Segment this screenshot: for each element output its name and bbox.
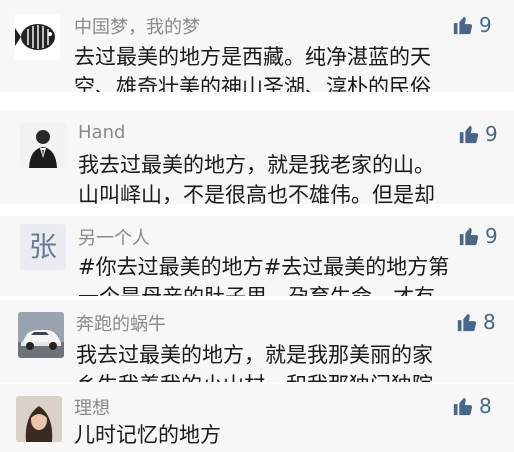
comment-text-line: 儿时记忆的地方 — [74, 423, 221, 447]
comment-card: 奔跑的蜗牛 8 我去过最美的地方，就是我那美丽的家 乡生我养我的小山村，和我那独… — [0, 300, 514, 382]
like-button[interactable]: 9 — [458, 224, 498, 248]
like-button[interactable]: 8 — [456, 310, 496, 334]
calligraphy-avatar[interactable]: 张 — [20, 224, 66, 270]
avatar-calligraphy-char: 张 — [28, 230, 57, 263]
username[interactable]: 理想 — [74, 394, 110, 420]
thumbs-up-icon — [453, 397, 473, 416]
like-count: 9 — [485, 224, 498, 248]
white-car-avatar[interactable] — [18, 312, 64, 358]
comment-text-line: 去过最美的地方是西藏。纯净湛蓝的天 — [74, 45, 431, 69]
username[interactable]: 中国梦，我的梦 — [74, 13, 200, 39]
thumbs-up-icon — [459, 125, 479, 144]
like-button[interactable]: 9 — [452, 13, 492, 37]
comment-card: 中国梦，我的梦 9 去过最美的地方是西藏。纯净湛蓝的天 空、雄奇壮美的神山圣湖、… — [0, 0, 514, 92]
like-count: 8 — [479, 394, 492, 418]
thumbs-up-icon — [459, 227, 479, 246]
username[interactable]: 另一个人 — [78, 224, 150, 250]
comment-text-line: 我去过最美的地方，就是我老家的山。 — [78, 153, 435, 177]
comment-card: 张 另一个人 9 #你去过最美的地方#去过最美的地方第 一个是母亲的肚子里，孕育… — [0, 216, 514, 296]
thumbs-up-icon — [457, 313, 477, 332]
comment-text-line: 山叫峄山，不是很高也不雄伟。但是却 — [78, 183, 435, 204]
fish-logo-avatar[interactable] — [14, 14, 60, 60]
comment-text-line: #你去过最美的地方#去过最美的地方第 — [78, 255, 450, 279]
like-count: 9 — [479, 13, 492, 37]
like-count: 9 — [485, 122, 498, 146]
like-button[interactable]: 8 — [452, 394, 492, 418]
username[interactable]: Hand — [78, 122, 125, 143]
comment-text-line: 空、雄奇壮美的神山圣湖、淳朴的民俗 — [74, 75, 431, 92]
like-count: 8 — [483, 310, 496, 334]
comment-text-line: 一个是母亲的肚子里，孕育生命。才有 — [78, 282, 435, 296]
comment-card: 理想 8 儿时记忆的地方 — [0, 384, 514, 452]
username[interactable]: 奔跑的蜗牛 — [76, 310, 166, 336]
comment-text-line: 我去过最美的地方，就是我那美丽的家 — [76, 343, 433, 367]
man-in-suit-avatar[interactable] — [20, 122, 66, 168]
thumbs-up-icon — [453, 16, 473, 35]
comment-card: Hand 9 我去过最美的地方，就是我老家的山。 山叫峄山，不是很高也不雄伟。但… — [0, 110, 514, 204]
person-photo-avatar[interactable] — [16, 396, 62, 442]
like-button[interactable]: 9 — [458, 122, 498, 146]
comment-text-line: 乡生我养我的小山村，和我那独门独院 — [76, 370, 433, 382]
